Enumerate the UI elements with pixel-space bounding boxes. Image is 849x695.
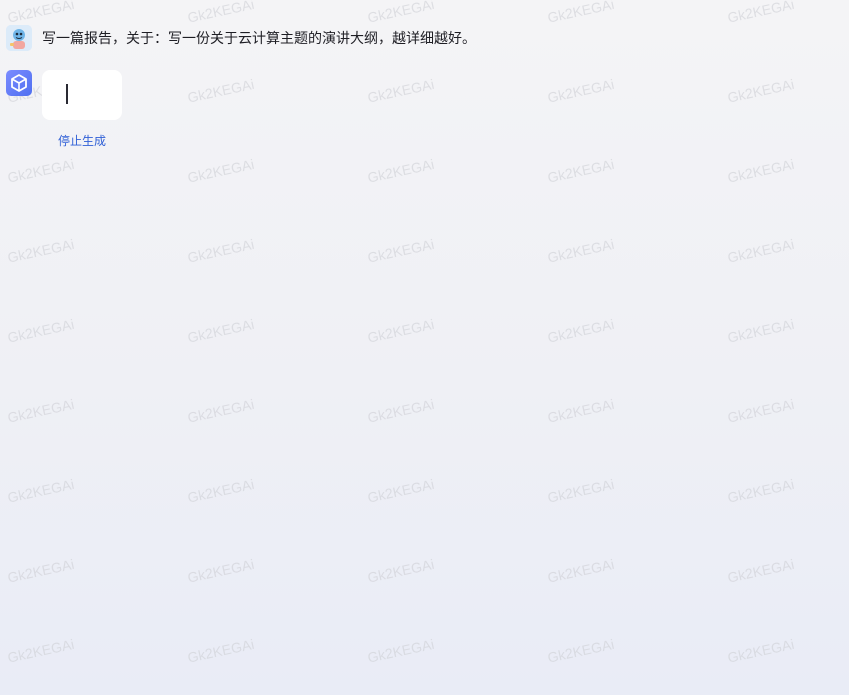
watermark-text: Gk2KEGAi — [6, 0, 76, 26]
watermark-text: Gk2KEGAi — [726, 395, 796, 426]
watermark-text: Gk2KEGAi — [186, 635, 256, 666]
watermark-text: Gk2KEGAi — [6, 395, 76, 426]
watermark-text: Gk2KEGAi — [366, 0, 436, 26]
watermark-text: Gk2KEGAi — [186, 0, 256, 26]
watermark-text: Gk2KEGAi — [366, 395, 436, 426]
watermark-text: Gk2KEGAi — [186, 475, 256, 506]
watermark-text: Gk2KEGAi — [726, 155, 796, 186]
watermark-text: Gk2KEGAi — [546, 475, 616, 506]
user-message-text: 写一篇报告，关于：写一份关于云计算主题的演讲大纲，越详细越好。 — [42, 31, 476, 47]
watermark-text: Gk2KEGAi — [726, 555, 796, 586]
watermark-text: Gk2KEGAi — [726, 315, 796, 346]
watermark-text: Gk2KEGAi — [6, 315, 76, 346]
watermark-text: Gk2KEGAi — [366, 75, 436, 106]
watermark-text: Gk2KEGAi — [546, 395, 616, 426]
watermark-text: Gk2KEGAi — [726, 235, 796, 266]
watermark-text: Gk2KEGAi — [186, 315, 256, 346]
watermark-text: Gk2KEGAi — [6, 555, 76, 586]
watermark-text: Gk2KEGAi — [546, 635, 616, 666]
watermark-text: Gk2KEGAi — [366, 635, 436, 666]
watermark-text: Gk2KEGAi — [366, 555, 436, 586]
watermark-text: Gk2KEGAi — [366, 155, 436, 186]
watermark-text: Gk2KEGAi — [546, 0, 616, 26]
watermark-text: Gk2KEGAi — [546, 235, 616, 266]
watermark-text: Gk2KEGAi — [546, 315, 616, 346]
watermark-text: Gk2KEGAi — [186, 75, 256, 106]
watermark-text: Gk2KEGAi — [546, 75, 616, 106]
watermark-text: Gk2KEGAi — [186, 395, 256, 426]
watermark-text: Gk2KEGAi — [726, 0, 796, 26]
watermark-layer: Gk2KEGAi Gk2KEGAi Gk2KEGAi Gk2KEGAi Gk2KEGAi… — [0, 0, 849, 695]
watermark-text: Gk2KEGAi — [546, 555, 616, 586]
user-message-row: 写一篇报告，关于：写一份关于云计算主题的演讲大纲，越详细越好。 — [6, 25, 476, 51]
watermark-text: Gk2KEGAi — [186, 155, 256, 186]
watermark-text: Gk2KEGAi — [366, 475, 436, 506]
watermark-text: Gk2KEGAi — [726, 75, 796, 106]
watermark-text: Gk2KEGAi — [6, 475, 76, 506]
watermark-text: Gk2KEGAi — [6, 635, 76, 666]
bot-avatar-icon — [6, 70, 32, 96]
watermark-text: Gk2KEGAi — [6, 155, 76, 186]
watermark-text: Gk2KEGAi — [186, 235, 256, 266]
watermark-text: Gk2KEGAi — [726, 475, 796, 506]
watermark-text: Gk2KEGAi — [366, 235, 436, 266]
bot-reply-bubble — [42, 70, 122, 120]
watermark-text: Gk2KEGAi — [366, 315, 436, 346]
watermark-text: Gk2KEGAi — [186, 555, 256, 586]
watermark-text: Gk2KEGAi — [546, 155, 616, 186]
watermark-text: Gk2KEGAi — [726, 635, 796, 666]
typing-cursor-icon — [66, 84, 68, 104]
watermark-text: Gk2KEGAi — [6, 235, 76, 266]
user-avatar-icon — [6, 25, 32, 51]
stop-generation-button[interactable]: 停止生成 — [58, 132, 106, 149]
